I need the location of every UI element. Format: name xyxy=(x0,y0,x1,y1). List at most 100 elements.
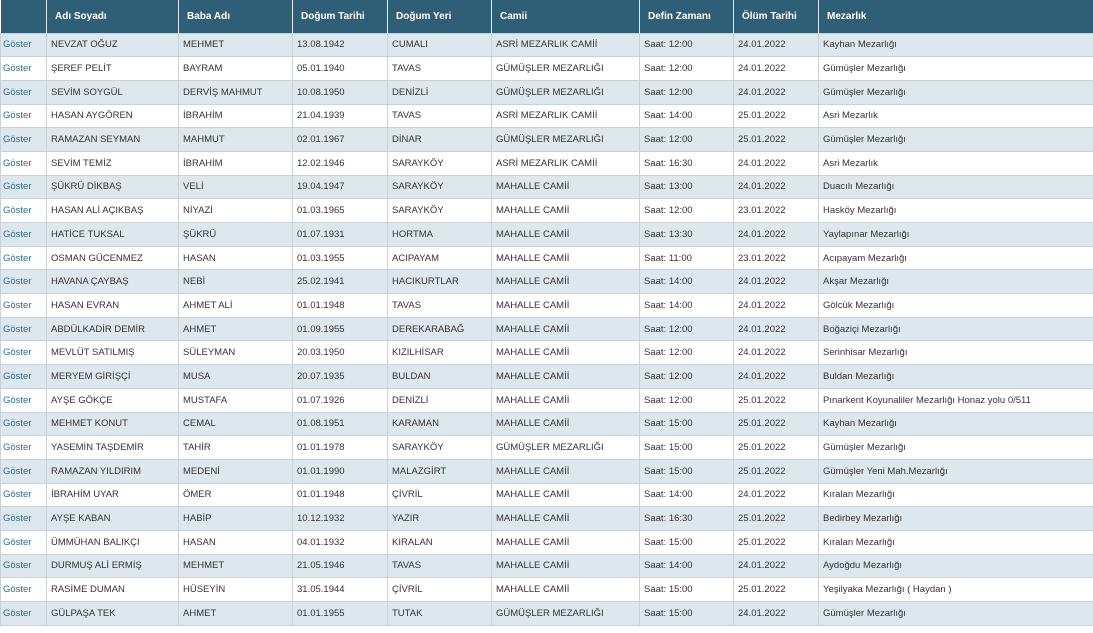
cell-mosque: ASRİ MEZARLIK CAMİİ xyxy=(491,32,640,58)
show-link[interactable]: Göster xyxy=(0,245,47,271)
header-death-date[interactable]: Ölüm Tarihi xyxy=(733,0,819,33)
table-row: Göster İBRAHİM UYAR ÖMER 01.01.1948 ÇİVRİL MA… xyxy=(0,482,1093,508)
table-row: Göster AYŞE GÖKÇE MUSTAFA 01.07.1926 DENİZLİ… xyxy=(0,387,1093,413)
header-burial-time[interactable]: Defin Zamanı xyxy=(639,0,734,33)
cell-cemetery: Kıralan Mezarlığı xyxy=(818,529,1093,555)
table-row: Göster RAMAZAN YILDIRIM MEDENİ 01.01.1990 MA… xyxy=(0,458,1093,484)
show-link[interactable]: Göster xyxy=(0,150,47,176)
cell-father-name: İBRAHİM xyxy=(178,150,293,176)
show-link[interactable]: Göster xyxy=(0,56,47,81)
table-row: Göster RAMAZAN SEYMAN MAHMUT 02.01.1967 DİNA… xyxy=(0,127,1093,152)
show-link[interactable]: Göster xyxy=(0,577,47,602)
cell-burial-time: Saat: 14:00 xyxy=(639,482,734,508)
table-row: Göster YASEMİN TAŞDEMİR TAHİR 01.01.1978 SAR… xyxy=(0,435,1093,460)
cell-birth-place: KARAMAN xyxy=(387,411,492,437)
cell-birth-date: 20.07.1935 xyxy=(292,364,388,389)
show-link[interactable]: Göster xyxy=(0,174,47,200)
cell-mosque: MAHALLE CAMİİ xyxy=(491,198,640,223)
header-mosque[interactable]: Camii xyxy=(491,0,640,33)
cell-death-date: 25.01.2022 xyxy=(733,127,819,152)
show-link[interactable]: Göster xyxy=(0,127,47,152)
cell-death-date: 24.01.2022 xyxy=(733,56,819,81)
cell-burial-time: Saat: 13:30 xyxy=(639,222,734,247)
show-link[interactable]: Göster xyxy=(0,79,47,105)
cell-birth-place: SARAYKÖY xyxy=(387,198,492,223)
show-link[interactable]: Göster xyxy=(0,411,47,437)
show-link[interactable]: Göster xyxy=(0,364,47,389)
cell-father-name: HÜSEYİN xyxy=(178,577,293,602)
table-row: Göster ŞÜKRÜ DİKBAŞ VELİ 19.04.1947 SARAYKÖY… xyxy=(0,174,1093,200)
header-name[interactable]: Adı Soyadı xyxy=(46,0,179,33)
show-link[interactable]: Göster xyxy=(0,103,47,129)
cell-death-date: 24.01.2022 xyxy=(733,601,819,626)
header-father-name[interactable]: Baba Adı xyxy=(178,0,293,33)
cell-name: YASEMİN TAŞDEMİR xyxy=(46,435,179,460)
show-link[interactable]: Göster xyxy=(0,269,47,295)
header-cemetery[interactable]: Mezarlık xyxy=(818,0,1093,33)
show-link[interactable]: Göster xyxy=(0,293,47,318)
header-row: Adı Soyadı Baba Adı Doğum Tarihi Doğum Y… xyxy=(0,0,1093,33)
cell-burial-time: Saat: 11:00 xyxy=(639,245,734,271)
cell-cemetery: Gölcük Mezarlığı xyxy=(818,293,1093,318)
cell-death-date: 24.01.2022 xyxy=(733,553,819,579)
header-birth-place[interactable]: Doğum Yeri xyxy=(387,0,492,33)
show-link[interactable]: Göster xyxy=(0,482,47,508)
cell-cemetery: Yaylapınar Mezarlığı xyxy=(818,222,1093,247)
cell-father-name: MEHMET xyxy=(178,553,293,579)
cell-name: ABDÜLKADİR DEMİR xyxy=(46,316,179,342)
cell-father-name: DERVİŞ MAHMUT xyxy=(178,79,293,105)
cell-cemetery: Gümüşler Mezarlığı xyxy=(818,601,1093,626)
cell-birth-place: KIRALAN xyxy=(387,529,492,555)
show-link[interactable]: Göster xyxy=(0,506,47,531)
cell-cemetery: Yeşilyaka Mezarlığı ( Haydan ) xyxy=(818,577,1093,602)
cell-cemetery: Kayhan Mezarlığı xyxy=(818,32,1093,58)
show-link[interactable]: Göster xyxy=(0,387,47,413)
cell-birth-date: 10.08.1950 xyxy=(292,79,388,105)
cell-mosque: GÜMÜŞLER MEZARLIĞI xyxy=(491,435,640,460)
show-link[interactable]: Göster xyxy=(0,198,47,223)
cell-father-name: MEHMET xyxy=(178,32,293,58)
cell-burial-time: Saat: 14:00 xyxy=(639,553,734,579)
cell-death-date: 24.01.2022 xyxy=(733,340,819,366)
cell-birth-place: BULDAN xyxy=(387,364,492,389)
cell-mosque: GÜMÜŞLER MEZARLIĞI xyxy=(491,601,640,626)
show-link[interactable]: Göster xyxy=(0,32,47,58)
show-link[interactable]: Göster xyxy=(0,529,47,555)
cell-burial-time: Saat: 16:30 xyxy=(639,150,734,176)
cell-father-name: CEMAL xyxy=(178,411,293,437)
cell-birth-place: SARAYKÖY xyxy=(387,150,492,176)
cell-burial-time: Saat: 13:00 xyxy=(639,174,734,200)
cell-cemetery: Boğaziçi Mezarlığı xyxy=(818,316,1093,342)
cell-father-name: NEBİ xyxy=(178,269,293,295)
table-row: Göster MERYEM GİRİŞÇİ MUSA 20.07.1935 BULDAN… xyxy=(0,364,1093,389)
cell-mosque: MAHALLE CAMİİ xyxy=(491,553,640,579)
cell-birth-place: HORTMA xyxy=(387,222,492,247)
cell-mosque: ASRİ MEZARLIK CAMİİ xyxy=(491,103,640,129)
cell-birth-place: TAVAS xyxy=(387,293,492,318)
cell-mosque: MAHALLE CAMİİ xyxy=(491,529,640,555)
cell-birth-place: KIZILHİSAR xyxy=(387,340,492,366)
show-link[interactable]: Göster xyxy=(0,601,47,626)
show-link[interactable]: Göster xyxy=(0,222,47,247)
cell-death-date: 24.01.2022 xyxy=(733,32,819,58)
cell-death-date: 24.01.2022 xyxy=(733,174,819,200)
cell-mosque: ASRİ MEZARLIK CAMİİ xyxy=(491,150,640,176)
cell-father-name: MAHMUT xyxy=(178,127,293,152)
header-action xyxy=(0,0,47,33)
cell-father-name: NİYAZİ xyxy=(178,198,293,223)
show-link[interactable]: Göster xyxy=(0,435,47,460)
cell-name: ÜMMÜHAN BALIKÇI xyxy=(46,529,179,555)
header-birth-date[interactable]: Doğum Tarihi xyxy=(292,0,388,33)
show-link[interactable]: Göster xyxy=(0,553,47,579)
cell-death-date: 25.01.2022 xyxy=(733,411,819,437)
cell-birth-place: YAZIR xyxy=(387,506,492,531)
cell-mosque: MAHALLE CAMİİ xyxy=(491,411,640,437)
show-link[interactable]: Göster xyxy=(0,458,47,484)
cell-mosque: MAHALLE CAMİİ xyxy=(491,577,640,602)
cell-mosque: GÜMÜŞLER MEZARLIĞI xyxy=(491,79,640,105)
cell-birth-place: DENİZLİ xyxy=(387,79,492,105)
cell-name: GÜLPAŞA TEK xyxy=(46,601,179,626)
cell-birth-date: 20.03.1950 xyxy=(292,340,388,366)
show-link[interactable]: Göster xyxy=(0,340,47,366)
show-link[interactable]: Göster xyxy=(0,316,47,342)
